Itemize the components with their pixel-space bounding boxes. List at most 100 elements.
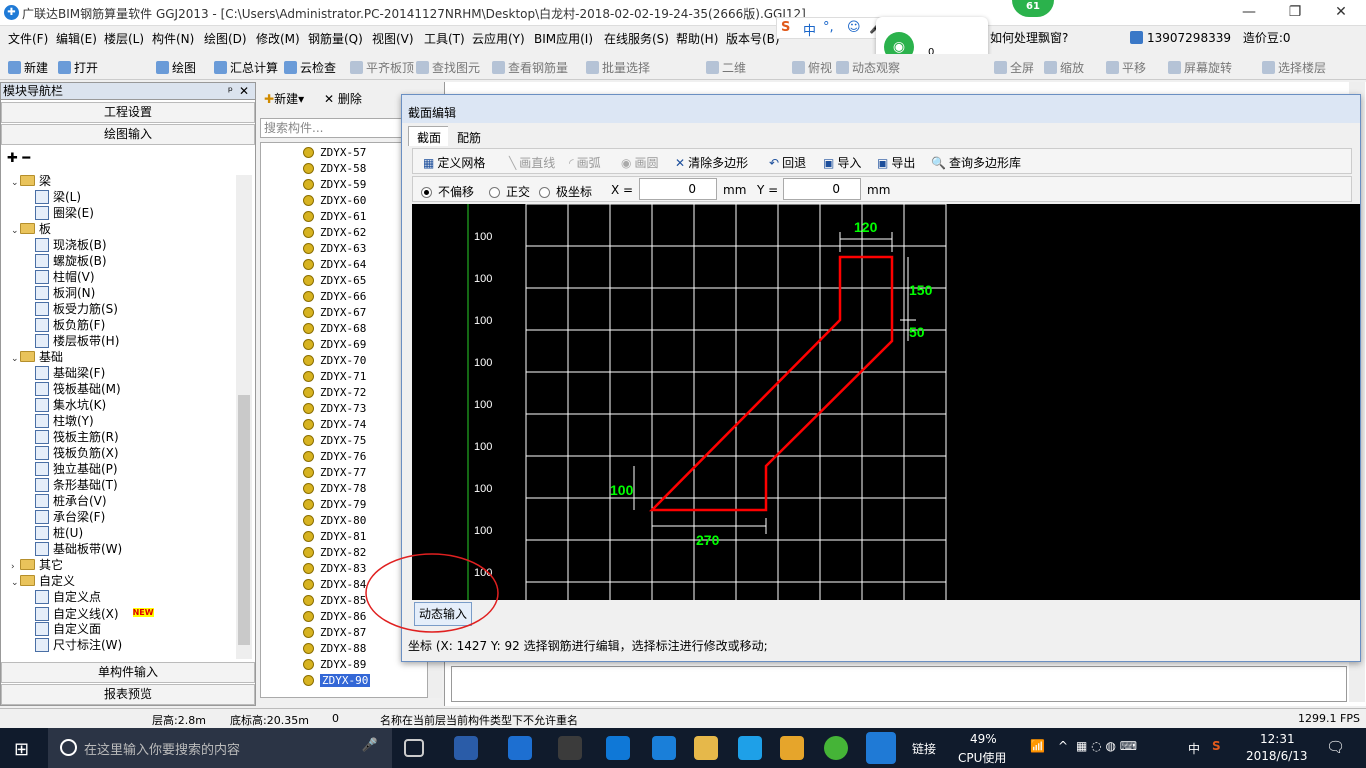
tool-circle-button[interactable]: ◉ 画圆 bbox=[621, 154, 659, 171]
mic-icon[interactable]: 🎤 bbox=[362, 738, 378, 753]
list-item[interactable]: ZDYX-89 bbox=[303, 657, 366, 673]
tool-export-button[interactable]: ▣ 导出 bbox=[877, 154, 915, 171]
menu-item[interactable]: 钢筋量(Q) bbox=[308, 30, 363, 47]
pin-icon[interactable]: ᵖ bbox=[228, 83, 233, 99]
collapse-icon[interactable]: ⌄ bbox=[11, 575, 20, 591]
taskbar-search[interactable]: 在这里输入你要搜索的内容 🎤 bbox=[48, 728, 392, 768]
toolbar-topview-button[interactable]: 俯视 bbox=[792, 59, 832, 76]
menu-item[interactable]: 版本号(B) bbox=[726, 30, 780, 47]
list-item[interactable]: ZDYX-70 bbox=[303, 353, 366, 369]
minimize-button[interactable]: — bbox=[1226, 0, 1272, 26]
tool-grid-button[interactable]: ▦ 定义网格 bbox=[423, 154, 485, 171]
toolbar-pan-button[interactable]: 平移 bbox=[1106, 59, 1146, 76]
toolbar-fullscreen-button[interactable]: 全屏 bbox=[994, 59, 1034, 76]
toolbar-cloud-check-button[interactable]: 云检查 bbox=[284, 59, 336, 76]
glodon-icon[interactable] bbox=[738, 736, 762, 760]
tree-item[interactable]: 自定义点 bbox=[35, 589, 101, 605]
x-input[interactable]: 0 bbox=[639, 178, 717, 200]
price-beans[interactable]: 造价豆:0 bbox=[1243, 31, 1291, 45]
maximize-button[interactable]: ❐ bbox=[1272, 0, 1318, 26]
new-button[interactable]: ✚新建▾ bbox=[264, 90, 304, 107]
toolbar-new-button[interactable]: 新建 bbox=[8, 59, 48, 76]
tree-item[interactable]: 螺旋板(B) bbox=[35, 253, 107, 269]
tray-icons[interactable]: ▦ ◌ ◍ ⌨ bbox=[1076, 739, 1137, 753]
toolbar-zoom-button[interactable]: 缩放 bbox=[1044, 59, 1084, 76]
collapse-icon[interactable]: ⌄ bbox=[11, 351, 20, 367]
tree-item[interactable]: 桩(U) bbox=[35, 525, 83, 541]
tree-item[interactable]: 条形基础(T) bbox=[35, 477, 118, 493]
clock-date[interactable]: 2018/6/13 bbox=[1246, 749, 1308, 763]
menu-item[interactable]: 在线服务(S) bbox=[604, 30, 669, 47]
draw-input-button[interactable]: 绘图输入 bbox=[1, 124, 255, 145]
list-item[interactable]: ZDYX-72 bbox=[303, 385, 366, 401]
tree-folder[interactable]: ⌄ 基础 bbox=[11, 349, 63, 365]
notes-icon[interactable] bbox=[780, 736, 804, 760]
dim-label-left[interactable]: 100 bbox=[610, 482, 634, 498]
tool-undo-button[interactable]: ↶ 回退 bbox=[769, 154, 806, 171]
list-item[interactable]: ZDYX-67 bbox=[303, 305, 366, 321]
toolbar-floor-button[interactable]: 选择楼层 bbox=[1262, 59, 1326, 76]
toolbar-open-button[interactable]: 打开 bbox=[58, 59, 98, 76]
list-item[interactable]: ZDYX-75 bbox=[303, 433, 366, 449]
ime-tray-lang[interactable]: 中 bbox=[1188, 740, 1200, 757]
tree-item[interactable]: 板负筋(F) bbox=[35, 317, 105, 333]
toolbar-find-button[interactable]: 查找图元 bbox=[416, 59, 480, 76]
bird-app-icon[interactable] bbox=[558, 736, 582, 760]
tree-item[interactable]: 独立基础(P) bbox=[35, 461, 118, 477]
menu-item[interactable]: 帮助(H) bbox=[676, 30, 718, 47]
tab-rebar[interactable]: 配筋 bbox=[448, 126, 491, 146]
tool-arc-button[interactable]: ◜ 画弧 bbox=[569, 154, 601, 171]
menu-item[interactable]: 楼层(L) bbox=[104, 30, 144, 47]
y-input[interactable]: 0 bbox=[783, 178, 861, 200]
list-item[interactable]: ZDYX-65 bbox=[303, 273, 366, 289]
menu-item[interactable]: 文件(F) bbox=[8, 30, 48, 47]
ie-icon[interactable] bbox=[508, 736, 532, 760]
dim-label-right-b[interactable]: 50 bbox=[909, 324, 925, 340]
tool-clear-button[interactable]: ✕ 清除多边形 bbox=[675, 154, 748, 171]
report-preview-button[interactable]: 报表预览 bbox=[1, 684, 255, 705]
menu-item[interactable]: 构件(N) bbox=[152, 30, 194, 47]
tree-item[interactable]: 板洞(N) bbox=[35, 285, 95, 301]
tree-item[interactable]: 柱帽(V) bbox=[35, 269, 95, 285]
toolbar-batch-button[interactable]: 批量选择 bbox=[586, 59, 650, 76]
menu-item[interactable]: 编辑(E) bbox=[56, 30, 97, 47]
dim-label-top[interactable]: 120 bbox=[854, 219, 878, 235]
360-icon[interactable] bbox=[824, 736, 848, 760]
windows-start-icon[interactable]: ⊞ bbox=[14, 739, 29, 760]
toolbar-orbit-button[interactable]: 动态观察 bbox=[836, 59, 900, 76]
tree-item[interactable]: 楼层板带(H) bbox=[35, 333, 119, 349]
list-item[interactable]: ZDYX-57 bbox=[303, 145, 366, 161]
dim-label-bottom[interactable]: 270 bbox=[696, 532, 720, 548]
close-icon[interactable]: ✕ bbox=[239, 83, 249, 99]
menu-item[interactable]: 绘图(D) bbox=[204, 30, 247, 47]
fan-app-icon[interactable] bbox=[454, 736, 478, 760]
single-input-button[interactable]: 单构件输入 bbox=[1, 662, 255, 683]
list-item[interactable]: ZDYX-66 bbox=[303, 289, 366, 305]
radio-no-offset[interactable] bbox=[421, 187, 432, 198]
tree-folder[interactable]: ⌄ 梁 bbox=[11, 173, 51, 189]
tree-item[interactable]: 桩承台(V) bbox=[35, 493, 107, 509]
menu-item[interactable]: 云应用(Y) bbox=[472, 30, 525, 47]
project-settings-button[interactable]: 工程设置 bbox=[1, 102, 255, 123]
section-drawing[interactable]: 1001001001001001001001001001201505010027… bbox=[412, 203, 1360, 600]
tree-item[interactable]: 筏板基础(M) bbox=[35, 381, 121, 397]
list-item[interactable]: ZDYX-60 bbox=[303, 193, 366, 209]
tree-item[interactable]: 圈梁(E) bbox=[35, 205, 94, 221]
list-item[interactable]: ZDYX-64 bbox=[303, 257, 366, 273]
radio-polar[interactable] bbox=[539, 187, 550, 198]
tree-item[interactable]: 承台梁(F) bbox=[35, 509, 105, 525]
toolbar-2d-button[interactable]: 二维 bbox=[706, 59, 746, 76]
tree-item[interactable]: 梁(L) bbox=[35, 189, 81, 205]
tree-item[interactable]: 基础板带(W) bbox=[35, 541, 122, 557]
sogou-icon[interactable]: S bbox=[781, 20, 790, 35]
toolbar-sum-button[interactable]: 汇总计算 bbox=[214, 59, 278, 76]
task-view-icon[interactable] bbox=[404, 739, 424, 757]
emoji-icon[interactable]: ☺ bbox=[847, 20, 861, 35]
list-item[interactable]: ZDYX-90 bbox=[303, 673, 371, 689]
tree-item[interactable]: 板受力筋(S) bbox=[35, 301, 118, 317]
section-polygon[interactable] bbox=[649, 255, 894, 512]
list-item[interactable]: ZDYX-74 bbox=[303, 417, 366, 433]
search-input[interactable]: 搜索构件... bbox=[260, 118, 410, 138]
tree-folder[interactable]: ⌄ 自定义 bbox=[11, 573, 75, 589]
ie2-icon[interactable] bbox=[652, 736, 676, 760]
